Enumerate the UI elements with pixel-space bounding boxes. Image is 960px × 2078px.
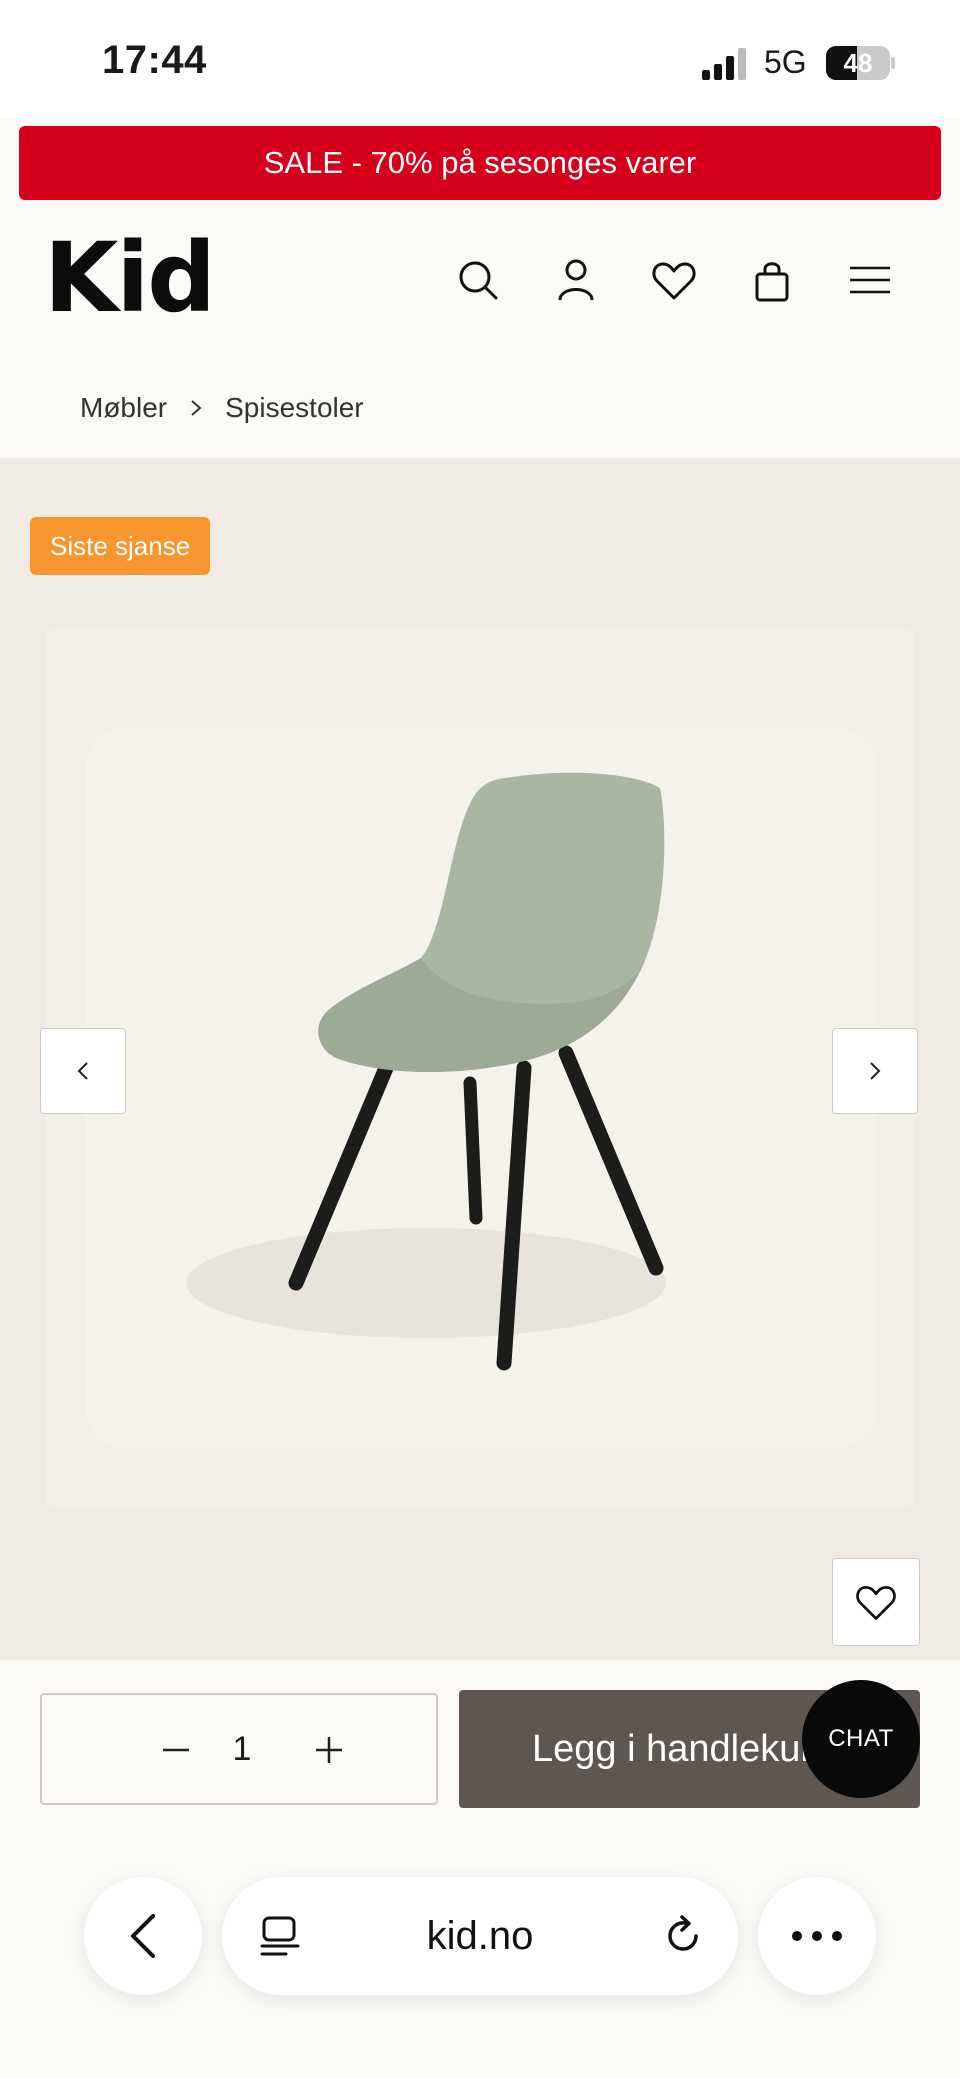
status-bar: 17:44 5G 48	[0, 0, 960, 118]
add-to-wishlist-button[interactable]	[832, 1558, 920, 1646]
browser-back-button[interactable]	[84, 1877, 202, 1995]
more-icon	[792, 1931, 842, 1941]
reload-icon[interactable]	[660, 1913, 706, 1959]
quantity-value[interactable]: 1	[222, 1695, 262, 1803]
sale-banner[interactable]: SALE - 70% på sesonges varer	[19, 126, 941, 200]
heart-icon[interactable]	[650, 256, 698, 304]
cart-bag-icon[interactable]	[748, 256, 796, 304]
search-icon[interactable]	[454, 256, 502, 304]
chevron-right-icon	[191, 400, 202, 416]
address-bar[interactable]: kid.no	[222, 1877, 738, 1995]
browser-toolbar: kid.no	[0, 1860, 960, 2078]
status-badge: Siste sjanse	[30, 517, 211, 575]
site-header: Kid	[0, 200, 960, 370]
chevron-left-icon	[131, 1914, 155, 1958]
breadcrumb-item-mobler[interactable]: Møbler	[80, 392, 167, 424]
plus-icon[interactable]	[300, 1721, 358, 1779]
product-gallery: Siste sjanse	[0, 458, 960, 1660]
chat-button[interactable]: CHAT	[802, 1680, 920, 1798]
prev-image-button[interactable]	[40, 1028, 126, 1114]
chevron-right-icon	[870, 1062, 881, 1080]
network-label: 5G	[764, 44, 807, 80]
account-icon[interactable]	[552, 256, 600, 304]
status-time: 17:44	[102, 38, 207, 82]
heart-icon	[856, 1585, 896, 1620]
quantity-stepper: 1	[40, 1693, 438, 1805]
menu-icon[interactable]	[846, 256, 894, 304]
kid-logo[interactable]: Kid	[44, 222, 216, 334]
battery-icon: 48	[826, 46, 896, 80]
more-options-button[interactable]	[758, 1877, 876, 1995]
breadcrumb-item-spisestoler[interactable]: Spisestoler	[225, 392, 364, 424]
signal-icon	[702, 48, 746, 80]
minus-icon[interactable]	[147, 1721, 205, 1779]
product-image[interactable]	[46, 628, 914, 1508]
purchase-bar: 1 Legg i handlekurv CHAT	[0, 1660, 960, 1860]
breadcrumb: Møbler Spisestoler	[80, 392, 364, 424]
chevron-left-icon	[77, 1062, 88, 1080]
battery-level: 48	[843, 48, 873, 78]
next-image-button[interactable]	[832, 1028, 918, 1114]
chair-illustration	[186, 772, 666, 1371]
